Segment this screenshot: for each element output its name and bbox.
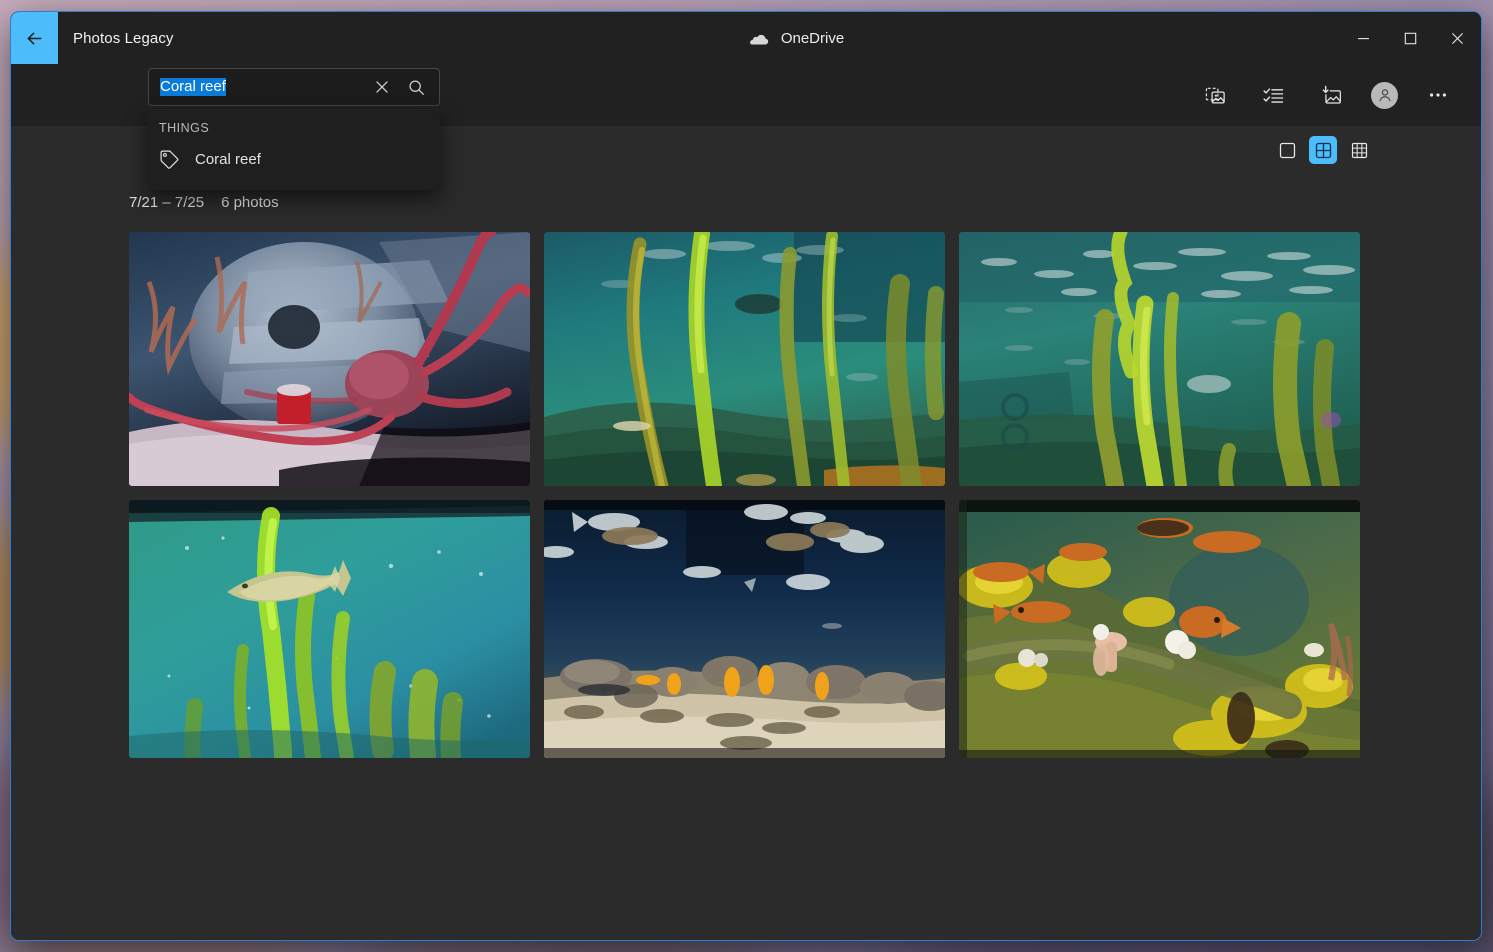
photos-stack-icon bbox=[1205, 87, 1225, 104]
suggestions-category-header: THINGS bbox=[159, 121, 210, 135]
clear-search-button[interactable] bbox=[365, 70, 399, 104]
four-pane-grid-icon bbox=[1315, 142, 1331, 158]
search-icon bbox=[408, 79, 424, 95]
back-arrow-icon bbox=[27, 32, 42, 44]
minimize-icon bbox=[1358, 37, 1369, 39]
search-suggestions-panel: THINGS Coral reef bbox=[148, 109, 440, 190]
maximize-icon bbox=[1404, 32, 1417, 44]
fine-grid-icon bbox=[1351, 142, 1367, 158]
tag-icon bbox=[160, 150, 179, 169]
photo-thumbnail-kelp-forest-teal[interactable] bbox=[544, 232, 945, 486]
command-bar-actions bbox=[1197, 77, 1481, 113]
suggestion-item-coral-reef[interactable]: Coral reef bbox=[148, 142, 440, 177]
maximize-button[interactable] bbox=[1387, 12, 1434, 64]
onedrive-status-button[interactable]: OneDrive bbox=[748, 30, 844, 47]
square-icon bbox=[1279, 142, 1295, 158]
photo-image bbox=[129, 232, 530, 486]
app-window: Photos Legacy OneDrive Coral reef THINGS… bbox=[10, 11, 1482, 941]
photo-count: 6 photos bbox=[221, 194, 279, 211]
photo-thumbnail-kelp-forest-fish-school[interactable] bbox=[959, 232, 1360, 486]
medium-grid-view-button[interactable] bbox=[1309, 136, 1337, 164]
back-button[interactable] bbox=[11, 12, 58, 64]
photo-thumbnail-reef-orange-fish[interactable] bbox=[959, 500, 1360, 758]
cloud-icon bbox=[749, 34, 768, 45]
photo-thumbnail-fish-swimming-kelp[interactable] bbox=[129, 500, 530, 758]
suggestion-item-label: Coral reef bbox=[195, 151, 261, 168]
see-more-button[interactable] bbox=[1420, 77, 1456, 113]
photo-image bbox=[129, 500, 530, 758]
content-area: 7/21 – 7/25 6 photos bbox=[11, 126, 1481, 940]
avatar-icon bbox=[1378, 89, 1391, 102]
select-button[interactable] bbox=[1255, 77, 1291, 113]
close-icon bbox=[376, 81, 388, 93]
view-toggle-group bbox=[1273, 136, 1373, 164]
single-photo-view-button[interactable] bbox=[1273, 136, 1301, 164]
search-input-value: Coral reef bbox=[160, 78, 226, 96]
ellipsis-icon bbox=[1429, 93, 1447, 97]
photo-thumbnail-deep-tank-sandy-floor[interactable] bbox=[544, 500, 945, 758]
search-input[interactable]: Coral reef bbox=[160, 78, 365, 96]
onedrive-status: OneDrive bbox=[11, 12, 1481, 64]
close-icon bbox=[1452, 32, 1463, 44]
window-controls bbox=[1340, 12, 1481, 64]
account-button[interactable] bbox=[1371, 81, 1398, 109]
photo-grid bbox=[129, 232, 1379, 758]
new-album-button[interactable] bbox=[1197, 77, 1233, 113]
import-photo-icon bbox=[1320, 85, 1341, 104]
onedrive-label: OneDrive bbox=[780, 29, 845, 47]
submit-search-button[interactable] bbox=[399, 70, 433, 104]
photo-image bbox=[544, 232, 945, 486]
title-bar: Photos Legacy OneDrive bbox=[11, 12, 1481, 64]
command-bar: Coral reef THINGS Coral reef bbox=[11, 64, 1481, 190]
small-grid-view-button[interactable] bbox=[1345, 136, 1373, 164]
app-title: Photos Legacy bbox=[73, 29, 174, 47]
photo-thumbnail-octopus-rocks[interactable] bbox=[129, 232, 530, 486]
checklist-icon bbox=[1262, 87, 1283, 103]
photo-image bbox=[544, 500, 945, 758]
search-region: Coral reef THINGS Coral reef bbox=[148, 68, 440, 190]
minimize-button[interactable] bbox=[1340, 12, 1387, 64]
close-button[interactable] bbox=[1434, 12, 1481, 64]
photo-image bbox=[959, 232, 1360, 486]
date-range: 7/21 – 7/25 bbox=[129, 194, 205, 211]
search-box[interactable]: Coral reef bbox=[148, 68, 440, 106]
import-button[interactable] bbox=[1313, 77, 1349, 113]
photo-image bbox=[959, 500, 1360, 758]
date-header: 7/21 – 7/25 6 photos bbox=[129, 194, 279, 211]
